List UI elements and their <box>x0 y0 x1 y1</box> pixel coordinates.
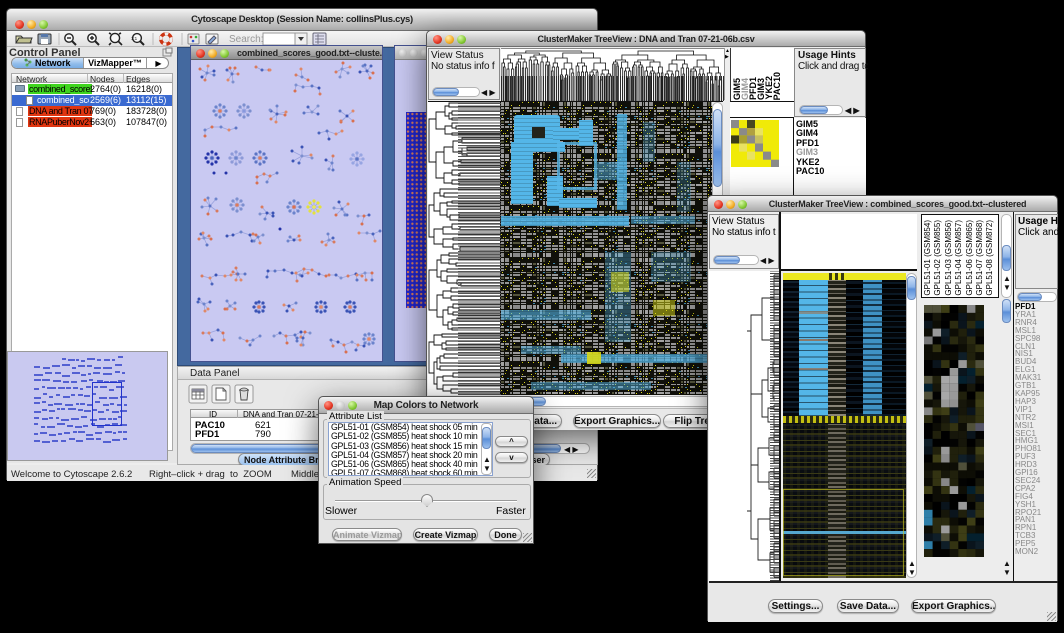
svg-text:1:1: 1:1 <box>131 36 138 41</box>
svg-text:Search:: Search: <box>229 34 263 45</box>
